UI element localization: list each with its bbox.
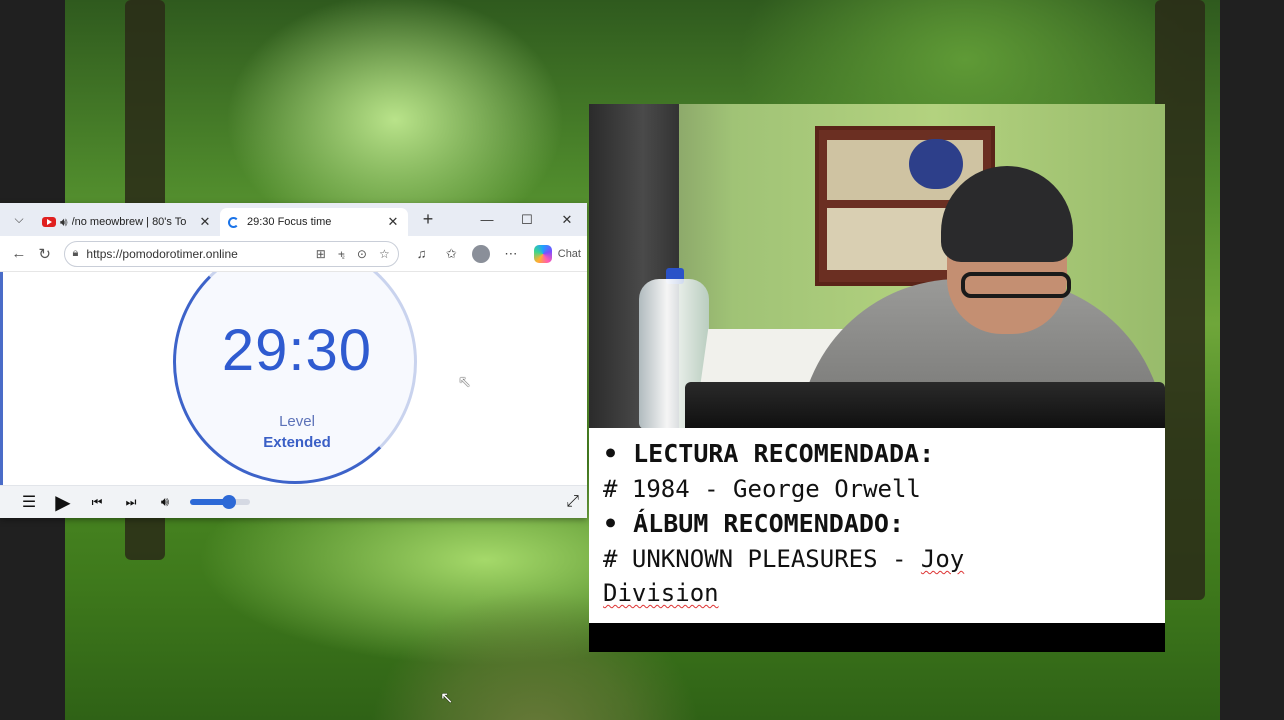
pomodoro-page: 29:30 Level Extended ↖	[0, 272, 587, 485]
timer-display: 29:30	[221, 318, 373, 383]
app-available-icon[interactable]: ⊞	[316, 247, 326, 261]
chevron-down-icon: ⌵	[14, 212, 24, 226]
back-arrow-icon[interactable]: ←	[6, 245, 32, 262]
webcam-feed	[589, 104, 1165, 428]
close-icon[interactable]: ✕	[198, 214, 212, 230]
album-item-division: Division	[603, 579, 719, 607]
browser-window: ⌵ 🔊︎ /no meowbrew | 80's To ✕ 29:30 Focu…	[0, 203, 587, 518]
play-icon[interactable]: ▶	[46, 490, 80, 515]
album-item: # UNKNOWN PLEASURES - Joy	[603, 542, 1151, 576]
more-tools-icon[interactable]: ⊙	[357, 247, 367, 261]
previous-track-icon[interactable]: ⏮︎	[80, 495, 114, 510]
volume-icon[interactable]: 🔊︎	[148, 494, 182, 510]
reading-item: # 1984 - George Orwell	[603, 475, 921, 503]
desktop-stage: ⌵ 🔊︎ /no meowbrew | 80's To ✕ 29:30 Focu…	[0, 0, 1284, 720]
tab-youtube[interactable]: 🔊︎ /no meowbrew | 80's To ✕	[34, 208, 220, 236]
address-bar[interactable]: 🔒︎ https://pomodorotimer.online ⊞ ⨧ ⊙ ☆	[63, 240, 399, 267]
tab-title: /no meowbrew | 80's To	[71, 216, 187, 228]
tab-bar: ⌵ 🔊︎ /no meowbrew | 80's To ✕ 29:30 Focu…	[0, 203, 587, 236]
tab-focus-time[interactable]: 29:30 Focus time ✕	[220, 208, 408, 236]
new-tab-button[interactable]: +	[414, 209, 442, 230]
copilot-icon	[533, 244, 552, 263]
glasses	[961, 272, 1071, 298]
favorites-icon[interactable]: ✩	[436, 246, 466, 262]
plush-toy	[909, 139, 963, 189]
favorite-star-icon[interactable]: ☆	[379, 247, 390, 261]
translate-icon[interactable]: ⨧	[338, 246, 345, 261]
window-controls: — ☐ ✕	[467, 203, 587, 236]
maximize-button[interactable]: ☐	[507, 203, 547, 236]
more-menu-icon[interactable]: ⋯	[496, 246, 526, 262]
tab-title: 29:30 Focus time	[247, 216, 332, 228]
laptop	[685, 382, 1165, 428]
youtube-icon	[42, 217, 56, 227]
lock-icon[interactable]: 🔒︎	[73, 247, 79, 260]
recommendations-panel: • LECTURA RECOMENDADA: # 1984 - George O…	[589, 428, 1165, 623]
copilot-label: Chat	[557, 247, 581, 260]
level-label: Level	[279, 413, 315, 430]
mouse-cursor-icon: ↖	[440, 690, 454, 707]
profile-avatar[interactable]	[472, 244, 491, 263]
close-window-button[interactable]: ✕	[547, 203, 587, 236]
minimize-button[interactable]: —	[467, 203, 507, 236]
album-item-continued: Division	[603, 576, 1151, 610]
reading-heading: • LECTURA RECOMENDADA:	[603, 439, 935, 468]
menu-icon[interactable]: ☰	[12, 492, 46, 512]
close-icon[interactable]: ✕	[386, 214, 400, 230]
fullscreen-icon[interactable]: ⤢	[566, 493, 579, 511]
loading-icon	[228, 216, 239, 228]
url-text[interactable]: https://pomodorotimer.online	[86, 247, 303, 261]
volume-slider[interactable]	[190, 495, 250, 509]
copilot-button[interactable]: Chat	[533, 244, 581, 263]
next-track-icon[interactable]: ⏭︎	[114, 495, 148, 510]
reading-heading-text: LECTURA RECOMENDADA:	[633, 439, 935, 468]
tab-actions-menu[interactable]: ⌵	[4, 208, 34, 232]
volume-knob[interactable]	[222, 495, 236, 509]
media-control-icon[interactable]: ♫	[407, 246, 437, 261]
speaker-icon[interactable]: 🔊︎	[60, 215, 68, 230]
album-item-text: # UNKNOWN PLEASURES -	[603, 545, 921, 573]
refresh-icon[interactable]: ↻	[32, 245, 58, 263]
music-player-bar: ☰ ▶ ⏮︎ ⏭︎ 🔊︎ ⤢	[0, 485, 587, 518]
album-item-joy: Joy	[920, 545, 965, 573]
address-bar-row: ← ↻ 🔒︎ https://pomodorotimer.online ⊞ ⨧ …	[0, 236, 587, 272]
album-heading: • ÁLBUM RECOMENDADO:	[603, 509, 905, 538]
album-heading-text: ÁLBUM RECOMENDADO:	[633, 509, 905, 538]
level-value: Extended	[263, 434, 331, 451]
mouse-cursor-icon: ↖	[458, 374, 472, 391]
black-strip	[589, 623, 1165, 652]
